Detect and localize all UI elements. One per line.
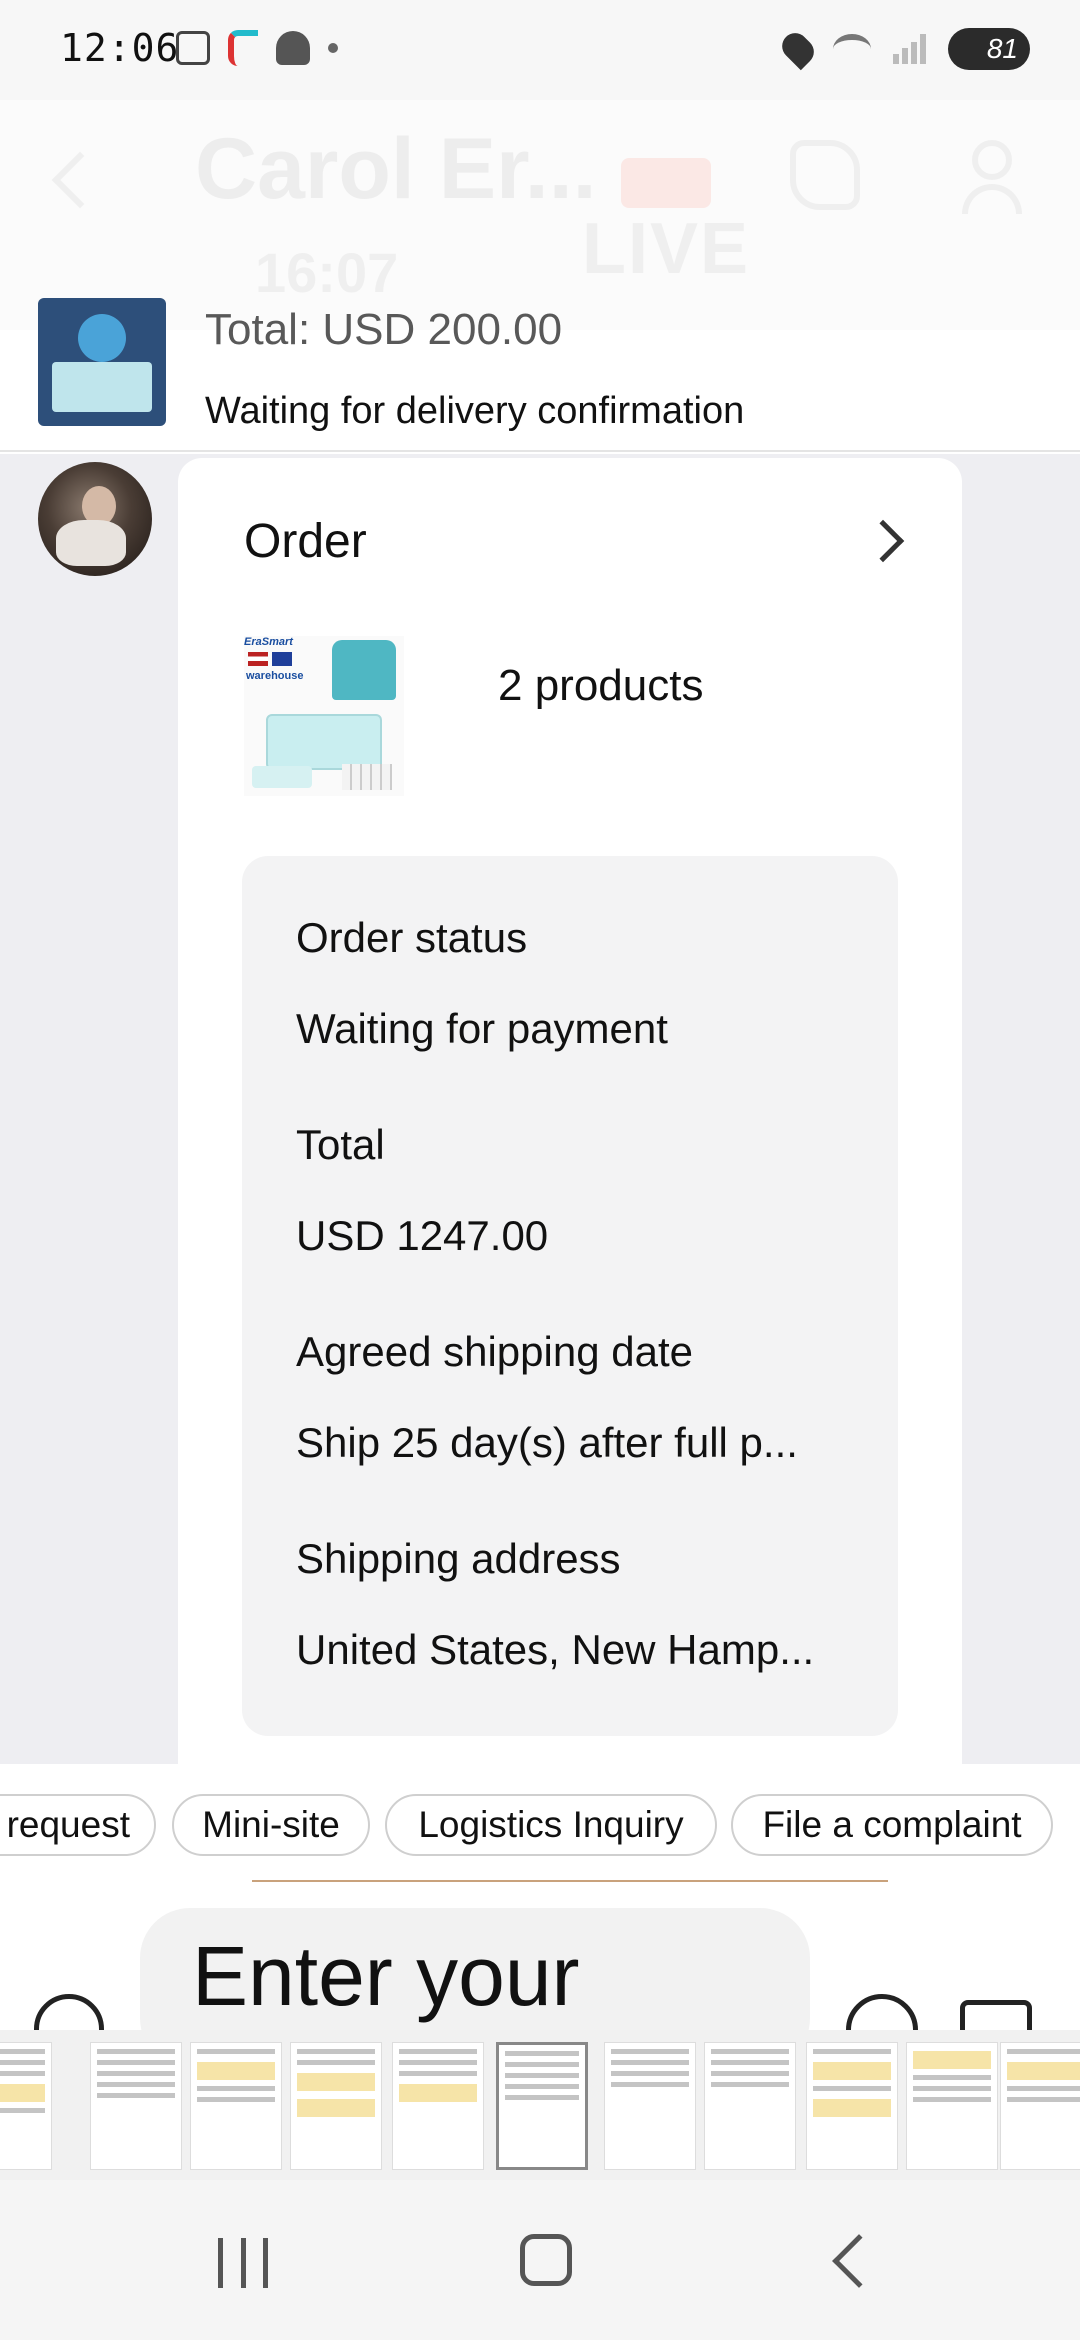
shipping-date-label: Agreed shipping date: [296, 1328, 693, 1375]
order-card-title: Order: [244, 515, 367, 568]
navigation-bar: [0, 2180, 1080, 2340]
order-status-label: Order status: [296, 914, 528, 961]
gallery-icon: [176, 31, 210, 65]
screenshot-thumbnail[interactable]: [806, 2042, 898, 2170]
order-card[interactable]: Order EraSmart warehouse 2 products Orde…: [178, 458, 962, 1764]
call-icon[interactable]: [790, 140, 860, 210]
quick-actions-bar: request Mini-site Logistics Inquiry File…: [0, 1764, 1080, 1882]
screenshot-thumbnail[interactable]: [290, 2042, 382, 2170]
screenshot-thumbnail[interactable]: [190, 2042, 282, 2170]
printer-icon: [266, 714, 382, 770]
product-image[interactable]: EraSmart warehouse: [244, 636, 404, 796]
tiktok-icon: [228, 30, 258, 66]
screenshot-thumbnail[interactable]: [0, 2042, 52, 2170]
screenshot-thumbnail[interactable]: [90, 2042, 182, 2170]
recent-apps-button[interactable]: [218, 2238, 268, 2288]
image-icon[interactable]: [960, 2000, 1032, 2030]
shipping-date-value: Ship 25 day(s) after full p...: [296, 1419, 798, 1466]
total-value: USD 1247.00: [296, 1212, 549, 1259]
message-input-placeholder: Enter your: [192, 1929, 580, 2023]
tshirt-icon: [332, 640, 396, 700]
chat-area[interactable]: Order EraSmart warehouse 2 products Orde…: [0, 454, 1080, 1764]
live-button[interactable]: LIVE: [582, 158, 750, 290]
status-bar: 12:06 81: [0, 0, 1080, 100]
nav-back-button[interactable]: [832, 2234, 886, 2288]
products-count: 2 products: [498, 661, 704, 710]
system-icons: 81: [776, 27, 1030, 71]
chevron-right-icon[interactable]: [861, 519, 905, 563]
message-input-bar: Enter your: [0, 1882, 1080, 2030]
back-button[interactable]: [50, 150, 90, 210]
flag-icons: [248, 652, 292, 666]
notification-icons: [176, 30, 338, 66]
chip-request[interactable]: request: [0, 1794, 156, 1856]
plus-icon[interactable]: [34, 1994, 104, 2030]
total-label: Total: [296, 1121, 385, 1168]
previous-order-total: Total: USD 200.00: [205, 305, 563, 354]
shipping-address-label: Shipping address: [296, 1535, 621, 1582]
screenshot-thumbnail-strip[interactable]: [0, 2030, 1080, 2180]
previous-order-card[interactable]: Total: USD 200.00 Waiting for delivery c…: [0, 298, 1080, 452]
screenshot-thumbnail[interactable]: [906, 2042, 998, 2170]
wifi-icon: [833, 34, 871, 64]
status-time: 12:06: [60, 26, 180, 70]
chip-mini-site[interactable]: Mini-site: [172, 1794, 370, 1856]
profile-icon[interactable]: [962, 140, 1032, 220]
screenshot-thumbnail[interactable]: [392, 2042, 484, 2170]
screen: 12:06 81 Carol Er... 16:07 LIVE Total: U…: [0, 0, 1080, 2340]
emoji-icon[interactable]: [846, 1994, 918, 2030]
live-label: LIVE: [582, 209, 751, 289]
screenshot-thumbnail[interactable]: [604, 2042, 696, 2170]
signal-icon: [893, 34, 926, 64]
battery-icon: 81: [948, 28, 1030, 70]
location-icon: [776, 27, 820, 71]
contact-name[interactable]: Carol Er...: [195, 120, 597, 219]
previous-order-thumbnail: [38, 298, 166, 426]
message-input[interactable]: Enter your: [140, 1908, 810, 2030]
screenshot-thumbnail[interactable]: [704, 2042, 796, 2170]
home-button[interactable]: [520, 2234, 572, 2286]
avatar[interactable]: [38, 462, 152, 576]
screenshot-thumbnail[interactable]: [1000, 2042, 1080, 2170]
order-status-value: Waiting for payment: [296, 1005, 668, 1052]
dot-icon: [328, 43, 338, 53]
snapchat-icon: [276, 31, 310, 65]
chip-logistics-inquiry[interactable]: Logistics Inquiry: [385, 1794, 717, 1856]
screenshot-thumbnail-selected[interactable]: [496, 2042, 588, 2170]
chip-file-a-complaint[interactable]: File a complaint: [731, 1794, 1053, 1856]
live-icon: [621, 158, 712, 208]
previous-order-status: Waiting for delivery confirmation: [205, 390, 745, 432]
order-details-box: Order status Waiting for payment Total U…: [242, 856, 898, 1736]
shipping-address-value: United States, New Hamp...: [296, 1626, 815, 1673]
contact-subtitle: 16:07: [255, 241, 399, 304]
product-image-warehouse: warehouse: [246, 670, 304, 682]
product-image-brand: EraSmart: [244, 636, 293, 648]
